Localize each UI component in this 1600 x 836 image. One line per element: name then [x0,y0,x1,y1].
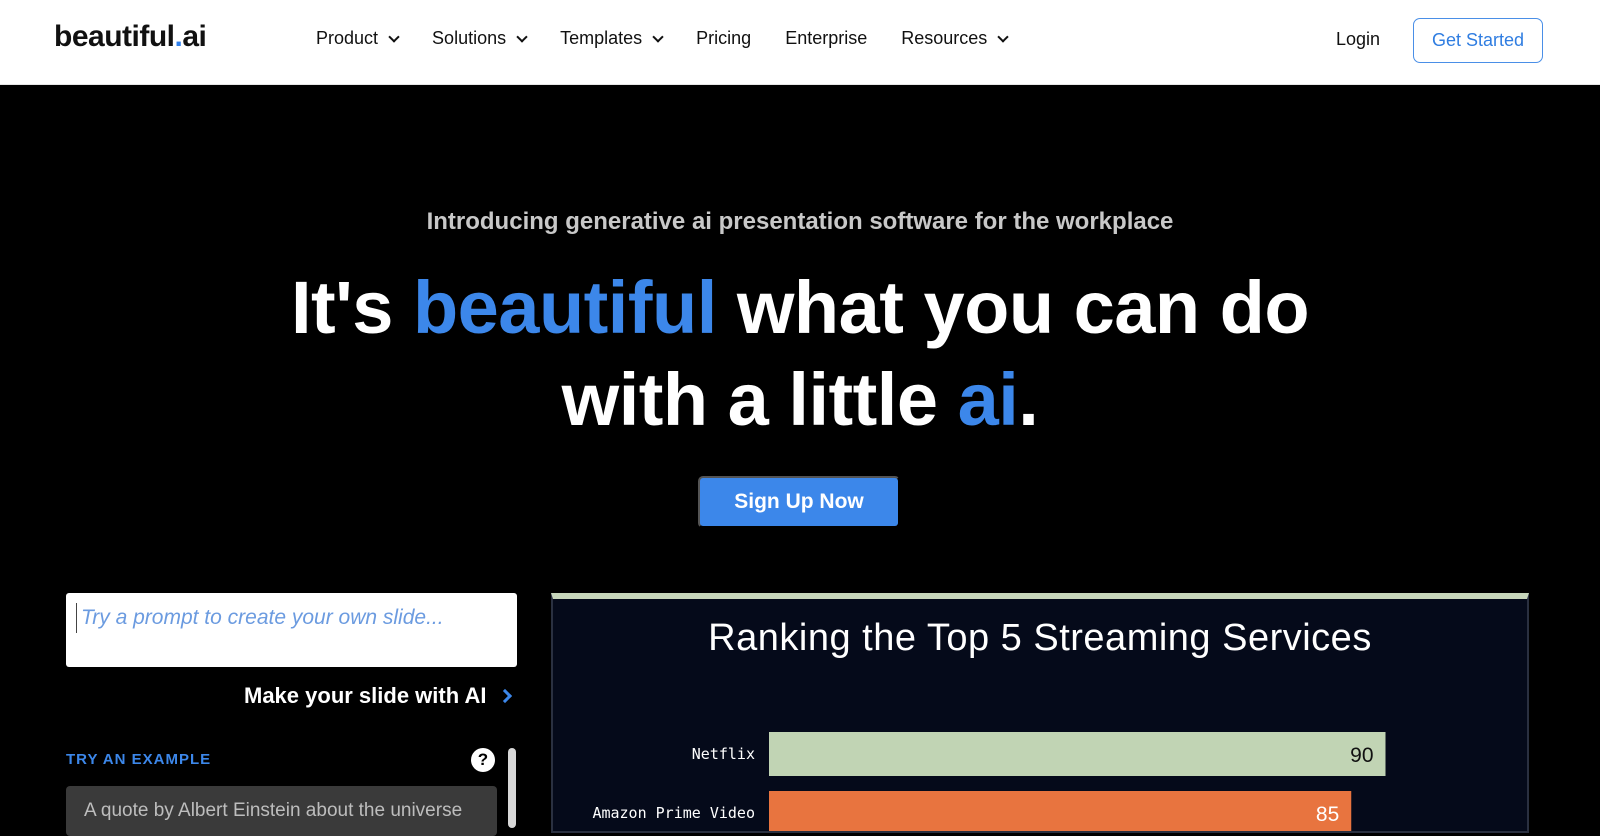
scrollbar[interactable] [508,748,516,828]
nav-item-templates[interactable]: Templates [560,28,664,49]
logo-main: beautiful [54,20,175,53]
hero-intro: Introducing generative ai presentation s… [426,208,1174,235]
nav-item-product[interactable]: Product [316,28,400,49]
chevron-down-icon [997,30,1009,43]
bar [769,791,1352,831]
bar-value-label: 85 [1316,803,1339,826]
nav-item-label: Templates [560,28,643,48]
bar-chart: Netflix 90 Amazon Prime Video 85 [592,732,1386,831]
sign-up-button[interactable]: Sign Up Now [698,476,900,528]
nav-item-label: Enterprise [785,28,868,48]
nav-item-resources[interactable]: Resources [901,28,1009,49]
prompt-box[interactable] [66,593,517,667]
bar-category-label: Amazon Prime Video [592,804,755,822]
chevron-down-icon [388,30,400,43]
nav-item-enterprise[interactable]: Enterprise [785,28,867,49]
nav-item-label: Product [316,28,379,48]
bar-category-label: Netflix [692,745,755,763]
nav-item-solutions[interactable]: Solutions [432,28,528,49]
headline-part-4: . [1018,358,1039,441]
get-started-button[interactable]: Get Started [1413,18,1543,63]
logo-suffix: ai [182,20,207,53]
logo[interactable]: beautiful.ai [54,20,207,54]
headline-part-2: what you can do [716,266,1310,349]
nav-item-label: Resources [901,28,988,48]
bar-value-label: 90 [1350,744,1373,767]
help-icon[interactable]: ? [471,748,495,772]
make-slide-label: Make your slide with AI [244,683,487,708]
chevron-right-icon [498,688,513,704]
try-example-label: TRY AN EXAMPLE [66,751,212,768]
example-item[interactable]: A quote by Albert Einstein about the uni… [66,786,497,836]
prompt-input[interactable] [76,603,496,633]
main-menu: Product Solutions Templates Pricing Enterpri… [316,28,1041,49]
nav-item-pricing[interactable]: Pricing [696,28,751,49]
nav-item-label: Pricing [696,28,752,48]
chevron-down-icon [516,30,528,43]
headline-part-1: It's [290,266,413,349]
login-link[interactable]: Login [1336,29,1380,50]
hero-headline: It's beautiful what you can do with a li… [0,262,1600,446]
top-nav: beautiful.ai Product Solutions Templates Pr… [0,0,1600,85]
bar [769,732,1386,776]
headline-part-3: with a little [561,358,958,441]
slide-preview: Ranking the Top 5 Streaming Services Net… [551,593,1529,833]
headline-highlight-ai: ai [957,358,1019,441]
nav-item-label: Solutions [432,28,507,48]
chevron-down-icon [652,30,664,43]
headline-highlight-beautiful: beautiful [412,266,717,349]
make-slide-button[interactable]: Make your slide with AI [244,683,513,709]
